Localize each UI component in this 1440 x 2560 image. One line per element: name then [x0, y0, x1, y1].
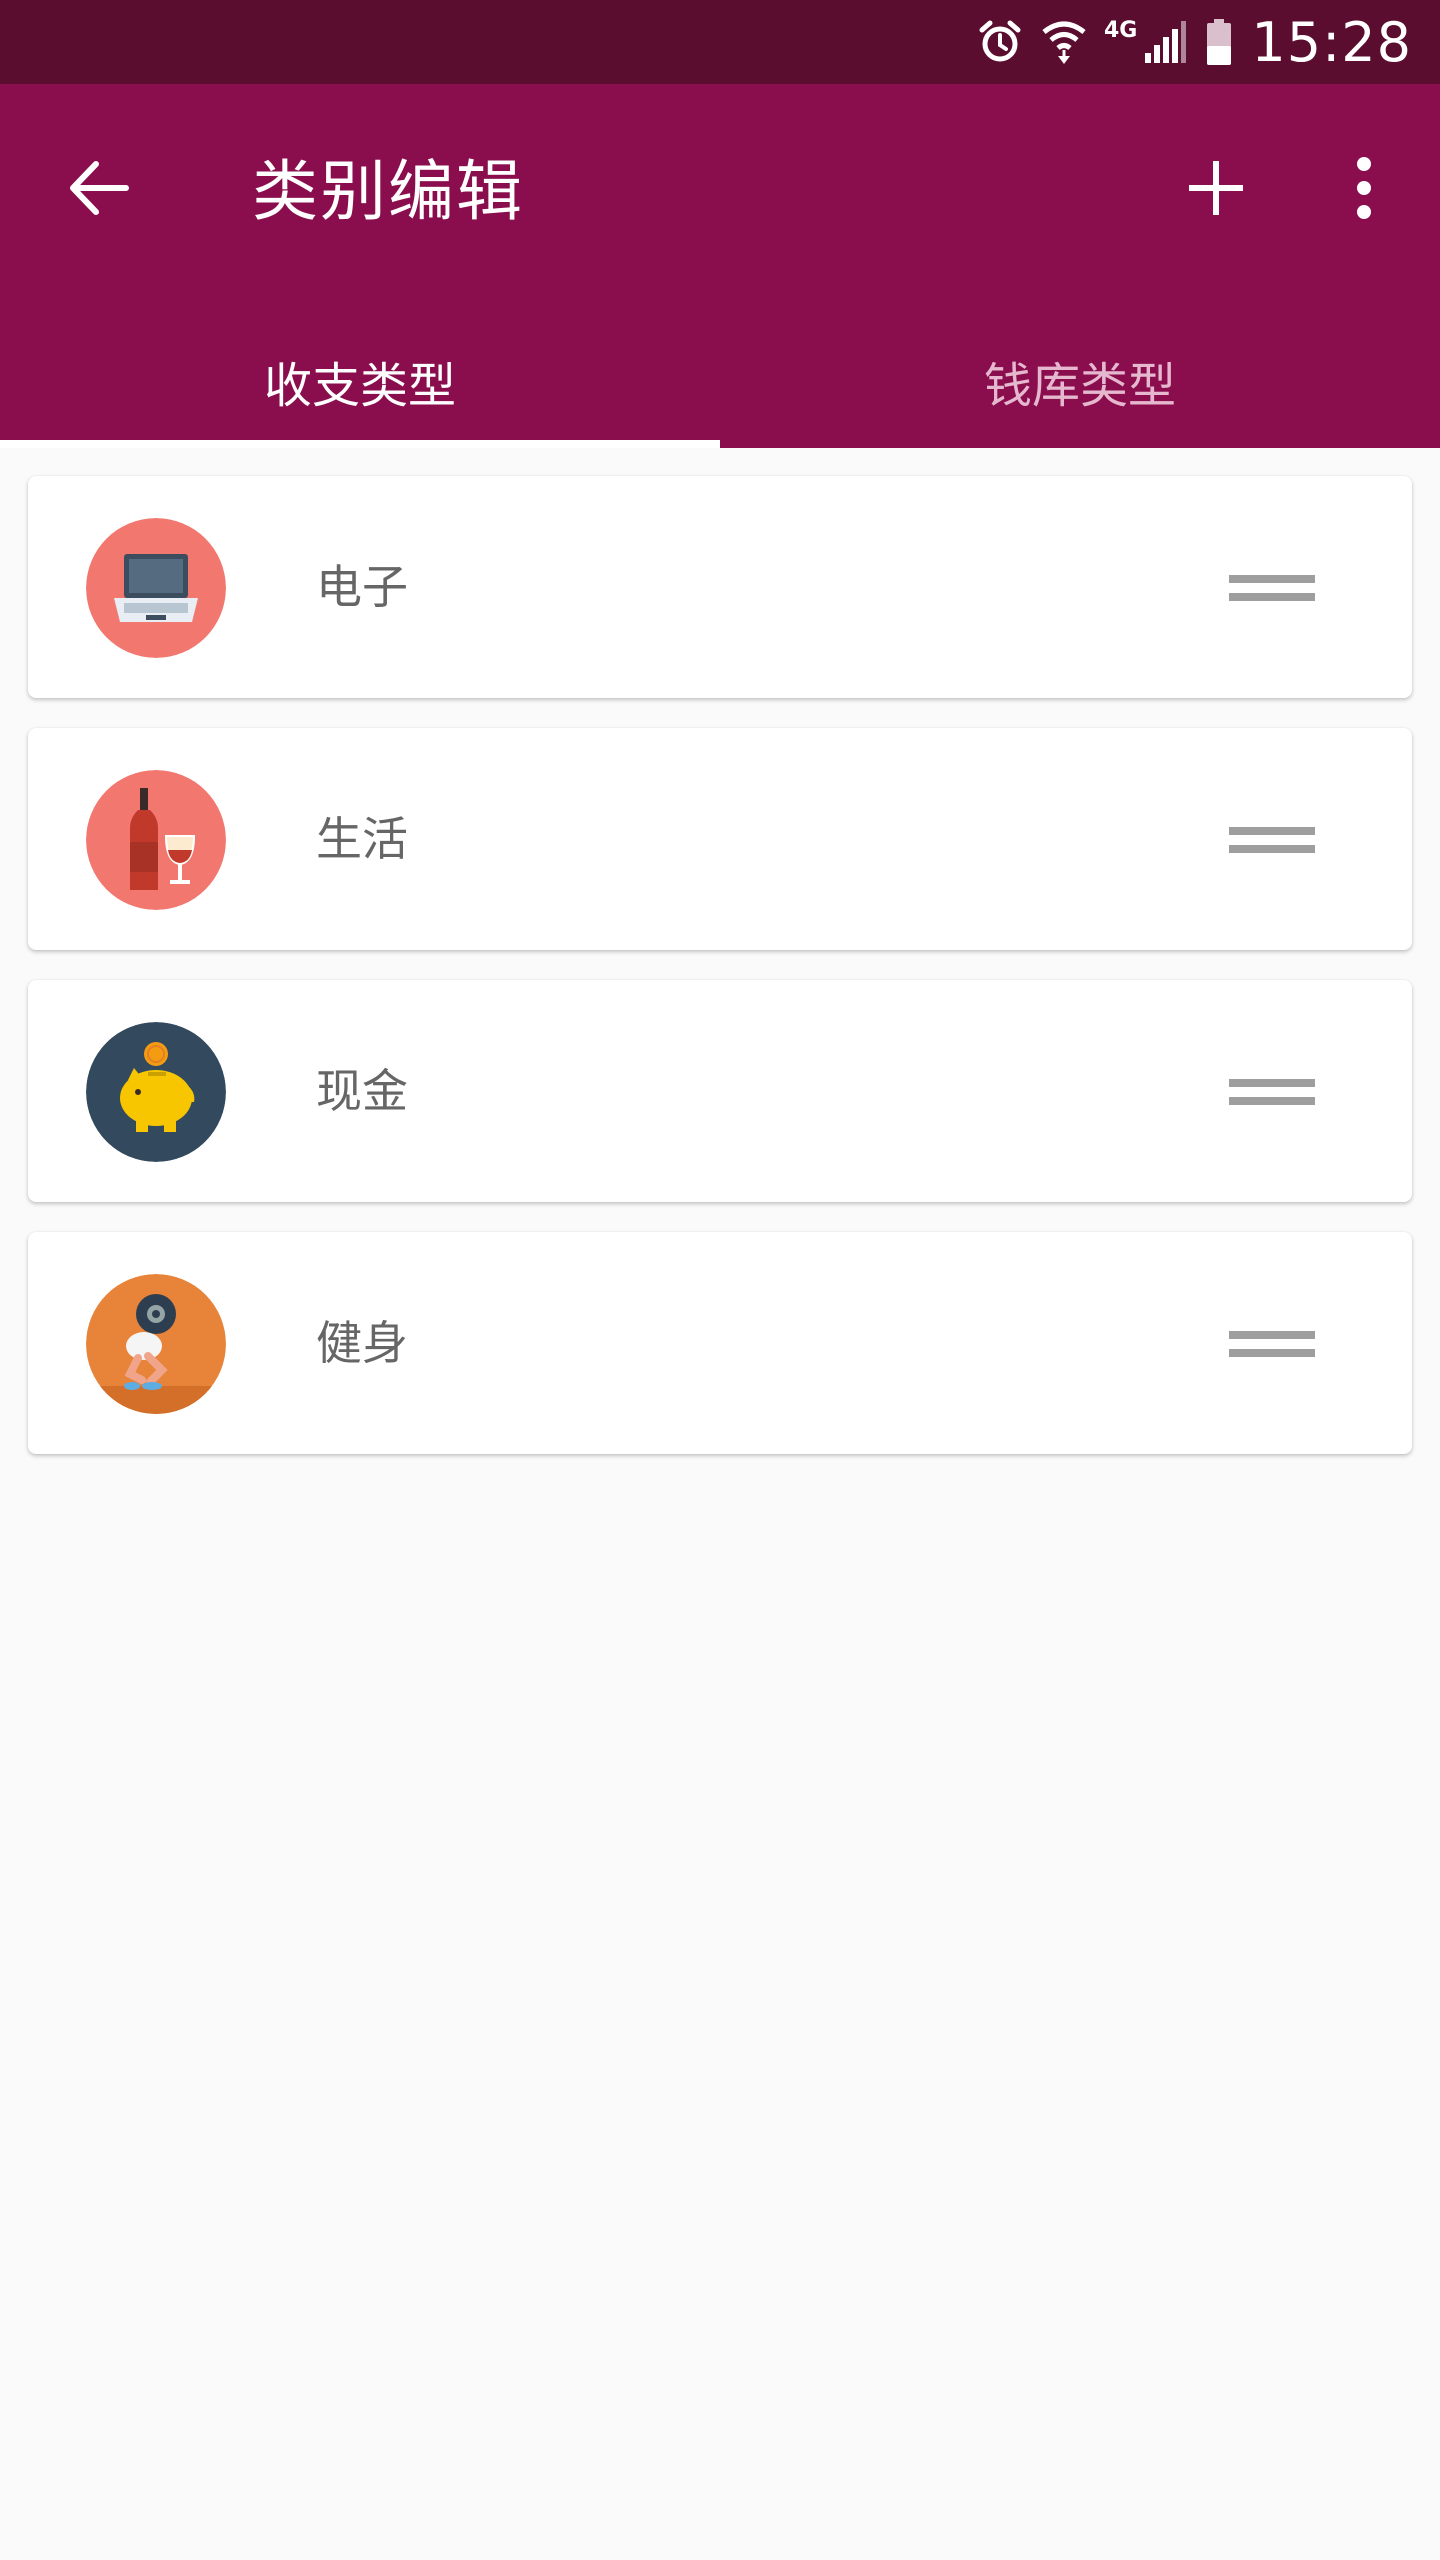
- tab-income-expense-types[interactable]: 收支类型: [0, 314, 720, 448]
- drag-handle-bar: [1229, 845, 1315, 853]
- add-button[interactable]: [1168, 142, 1264, 238]
- category-label: 现金: [316, 1064, 408, 1118]
- network-type-label: 4G: [1104, 18, 1138, 43]
- drag-handle-bar: [1229, 593, 1315, 601]
- tab-bar: 收支类型 钱库类型: [0, 314, 1440, 448]
- tab-indicator: [0, 440, 720, 448]
- wine-icon: [86, 770, 226, 910]
- signal-icon: [1143, 19, 1187, 65]
- drag-handle[interactable]: [1224, 1312, 1320, 1376]
- drag-handle-bar: [1229, 575, 1315, 583]
- back-button[interactable]: [50, 142, 146, 238]
- drag-handle-bar: [1229, 1331, 1315, 1339]
- status-time: 15:28: [1251, 10, 1412, 74]
- piggy-bank-icon: [86, 1022, 226, 1162]
- more-vert-icon: [1354, 156, 1374, 224]
- drag-handle[interactable]: [1224, 1060, 1320, 1124]
- tab-wallet-types[interactable]: 钱库类型: [720, 314, 1440, 448]
- drag-handle-bar: [1229, 1349, 1315, 1357]
- drag-handle[interactable]: [1224, 808, 1320, 872]
- list-item[interactable]: 现金: [28, 980, 1412, 1202]
- battery-icon: [1205, 18, 1233, 66]
- drag-handle-bar: [1229, 827, 1315, 835]
- alarm-icon: [976, 18, 1024, 66]
- drag-handle-bar: [1229, 1097, 1315, 1105]
- page-title: 类别编辑: [252, 153, 524, 230]
- more-options-button[interactable]: [1316, 142, 1412, 238]
- tab-label: 钱库类型: [983, 358, 1176, 414]
- list-item[interactable]: 生活: [28, 728, 1412, 950]
- status-icons: 4G 15:28: [976, 0, 1412, 84]
- list-item[interactable]: 健身: [28, 1232, 1412, 1454]
- list-item[interactable]: 电子: [28, 476, 1412, 698]
- back-arrow-icon: [66, 156, 130, 224]
- wifi-icon: [1042, 18, 1086, 66]
- category-list: 电子 生活 现金 健身: [28, 476, 1412, 1484]
- laptop-icon: [86, 518, 226, 658]
- category-label: 健身: [316, 1316, 408, 1370]
- drag-handle-bar: [1229, 1079, 1315, 1087]
- category-label: 电子: [316, 560, 408, 614]
- category-label: 生活: [316, 812, 408, 866]
- fitness-icon: [86, 1274, 226, 1414]
- add-icon: [1188, 160, 1244, 220]
- tab-label: 收支类型: [263, 358, 456, 414]
- app-bar: 类别编辑 收支类型 钱库类型: [0, 84, 1440, 448]
- drag-handle[interactable]: [1224, 556, 1320, 620]
- status-bar: 4G 15:28: [0, 0, 1440, 84]
